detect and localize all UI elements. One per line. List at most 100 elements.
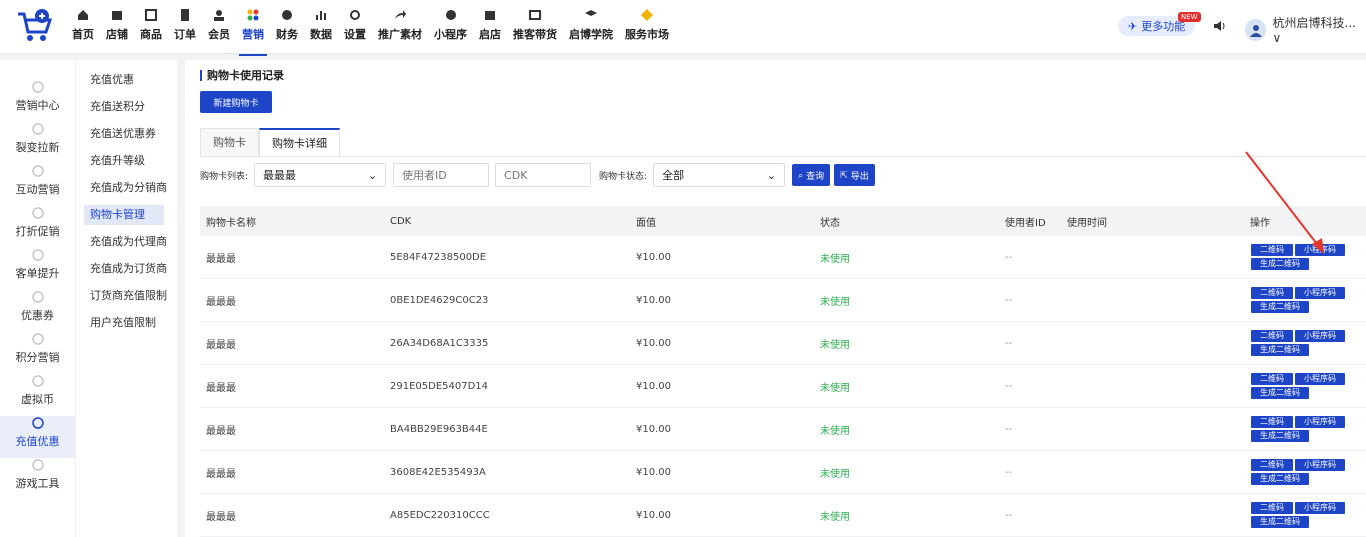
- card-status: 未使用: [820, 382, 850, 394]
- marketing-icon: [247, 9, 259, 21]
- header-user-id: 使用者ID: [1005, 217, 1046, 229]
- card-list-label: 购物卡列表:: [200, 171, 249, 182]
- card-name: 最最最: [206, 425, 236, 437]
- nav-item-1[interactable]: 店铺: [106, 0, 128, 54]
- qr-code-button[interactable]: 二维码: [1251, 502, 1293, 514]
- sidebar-item-2[interactable]: 互动营销: [0, 164, 75, 206]
- generate-qr-button[interactable]: 生成二维码: [1251, 430, 1309, 442]
- nav-item-10[interactable]: 小程序: [434, 0, 467, 54]
- avatar: [1245, 18, 1267, 41]
- qr-code-button[interactable]: 二维码: [1251, 373, 1293, 385]
- nav-item-3[interactable]: 订单: [174, 0, 196, 54]
- submenu-item-9[interactable]: 用户充值限制: [84, 313, 164, 333]
- submenu-item-1[interactable]: 充值送积分: [84, 97, 164, 117]
- header-value: 面值: [636, 217, 656, 229]
- tab-card-detail[interactable]: 购物卡详细: [259, 128, 340, 156]
- submenu-item-8[interactable]: 订货商充值限制: [84, 286, 167, 306]
- card-name: 最最最: [206, 253, 236, 265]
- submenu-item-0[interactable]: 充值优惠: [84, 70, 164, 90]
- header-status: 状态: [820, 217, 840, 229]
- submenu-item-2[interactable]: 充值送优惠券: [84, 124, 164, 144]
- sidebar-item-7[interactable]: 虚拟币: [0, 374, 75, 416]
- nav-item-label: 店铺: [106, 28, 128, 41]
- nav-item-2[interactable]: 商品: [140, 0, 162, 54]
- card-status-label: 购物卡状态:: [599, 171, 648, 182]
- nav-item-12[interactable]: 推客带货: [513, 0, 557, 54]
- new-card-button[interactable]: 新建购物卡: [200, 91, 272, 113]
- card-value: ¥10.00: [636, 380, 671, 392]
- submenu-item-4[interactable]: 充值成为分销商: [84, 178, 167, 198]
- speaker-icon[interactable]: [1212, 18, 1228, 34]
- generate-qr-button[interactable]: 生成二维码: [1251, 301, 1309, 313]
- generate-qr-button[interactable]: 生成二维码: [1251, 344, 1309, 356]
- mini-program-code-button[interactable]: 小程序码: [1295, 459, 1345, 471]
- card-name: 最最最: [206, 296, 236, 308]
- submenu-item-3[interactable]: 充值升等级: [84, 151, 164, 171]
- nav-item-0[interactable]: 首页: [72, 0, 94, 54]
- submenu-item-6[interactable]: 充值成为代理商: [84, 232, 167, 252]
- nav-item-label: 财务: [276, 28, 298, 41]
- sidebar-icon: [31, 417, 44, 429]
- nav-item-13[interactable]: 启博学院: [569, 0, 613, 54]
- cart-logo-icon[interactable]: [14, 6, 54, 46]
- tab-divider: [200, 156, 1366, 157]
- qr-code-button[interactable]: 二维码: [1251, 459, 1293, 471]
- card-cdk: 3608E42E535493A: [390, 466, 486, 478]
- search-button[interactable]: ⌕ 查询: [792, 164, 831, 186]
- qr-code-button[interactable]: 二维码: [1251, 416, 1293, 428]
- nav-item-8[interactable]: 设置: [344, 0, 366, 54]
- sidebar-item-6[interactable]: 积分营销: [0, 332, 75, 374]
- generate-qr-button[interactable]: 生成二维码: [1251, 516, 1309, 528]
- card-name: 最最最: [206, 339, 236, 351]
- card-value: ¥10.00: [636, 294, 671, 306]
- filter-bar: 购物卡列表: 最最最 ⌄ 购物卡状态: 全部 ⌄ ⌕ 查询 ⇱ 导出: [200, 163, 879, 187]
- top-bar: 首页 店铺 商品 订单 会员 营销 财务 数据 设置 推广素材 小程序 启店 推客带货 启博学院 服务市场 …: [0, 0, 1366, 56]
- tab-card[interactable]: 购物卡: [200, 128, 259, 156]
- sidebar-item-8[interactable]: 充值优惠: [0, 416, 75, 458]
- sidebar-item-9[interactable]: 游戏工具: [0, 458, 75, 500]
- submenu-item-5[interactable]: 购物卡管理: [84, 205, 164, 225]
- sidebar-icon: [31, 333, 44, 345]
- nav-item-7[interactable]: 数据: [310, 0, 332, 54]
- generate-qr-button[interactable]: 生成二维码: [1251, 473, 1309, 485]
- nav-item-label: 设置: [344, 28, 366, 41]
- card-value: ¥10.00: [636, 423, 671, 435]
- mini-program-code-button[interactable]: 小程序码: [1295, 287, 1345, 299]
- submenu-item-7[interactable]: 充值成为订货商: [84, 259, 167, 279]
- nav-item-4[interactable]: 会员: [208, 0, 230, 54]
- sidebar-item-label: 游戏工具: [15, 477, 60, 490]
- primary-sidebar: 营销中心 裂变拉新 互动营销 打折促销 客单提升 优惠券 积分营销 虚拟币 充值优惠游戏工具: [0, 60, 75, 537]
- main-content: 购物卡使用记录 新建购物卡 购物卡 购物卡详细 购物卡列表: 最最最 ⌄ 购物卡…: [185, 60, 1366, 537]
- sidebar-icon: [31, 249, 44, 261]
- cdk-input[interactable]: [495, 163, 592, 187]
- nav-item-9[interactable]: 推广素材: [378, 0, 422, 54]
- sidebar-item-5[interactable]: 优惠券: [0, 290, 75, 332]
- rocket-icon: ✈: [1128, 19, 1138, 33]
- qr-code-button[interactable]: 二维码: [1251, 330, 1293, 342]
- mini-program-code-button[interactable]: 小程序码: [1295, 330, 1345, 342]
- nav-item-6[interactable]: 财务: [276, 0, 298, 54]
- nav-item-11[interactable]: 启店: [479, 0, 501, 54]
- generate-qr-button[interactable]: 生成二维码: [1251, 387, 1309, 399]
- table-row: 最最最 26A34D68A1C3335 ¥10.00 未使用 -- 二维码 小程序码生成二维…: [200, 322, 1366, 365]
- mini-program-code-button[interactable]: 小程序码: [1295, 502, 1345, 514]
- nav-item-label: 服务市场: [625, 28, 669, 41]
- sidebar-icon: [31, 375, 44, 387]
- card-status: 未使用: [820, 296, 850, 308]
- nav-item-5[interactable]: 营销: [239, 0, 267, 56]
- card-list-select[interactable]: 最最最 ⌄: [254, 163, 387, 187]
- qr-code-button[interactable]: 二维码: [1251, 287, 1293, 299]
- card-value: ¥10.00: [636, 337, 671, 349]
- sidebar-item-3[interactable]: 打折促销: [0, 206, 75, 248]
- sidebar-item-0[interactable]: 营销中心: [0, 80, 75, 122]
- mini-program-code-button[interactable]: 小程序码: [1295, 416, 1345, 428]
- sidebar-item-4[interactable]: 客单提升: [0, 248, 75, 290]
- user-menu[interactable]: 杭州启博科技... ∨: [1245, 14, 1366, 45]
- nav-item-14[interactable]: 服务市场: [625, 0, 669, 54]
- export-button[interactable]: ⇱ 导出: [834, 164, 875, 186]
- card-status-select[interactable]: 全部 ⌄: [653, 163, 786, 187]
- sidebar-item-1[interactable]: 裂变拉新: [0, 122, 75, 164]
- user-id-input[interactable]: [393, 163, 490, 187]
- mini-program-code-button[interactable]: 小程序码: [1295, 373, 1345, 385]
- generate-qr-button[interactable]: 生成二维码: [1251, 258, 1309, 270]
